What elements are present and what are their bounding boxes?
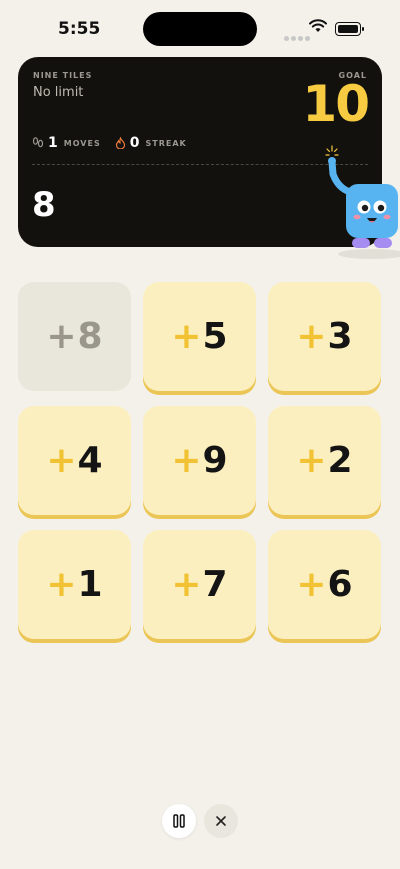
tile-sign: + [171,440,202,481]
tile-value: 4 [77,440,103,481]
tile-sign: + [296,440,327,481]
number-tile[interactable]: +4 [18,406,131,515]
tile-value: 9 [202,440,228,481]
stats-row: 1 MOVES 0 STREAK [32,135,201,151]
tile-sign: + [171,316,202,357]
footprints-icon [32,137,44,148]
status-bar: 5:55 [0,0,400,56]
flame-icon [115,137,125,149]
number-tile[interactable]: +2 [268,406,381,515]
number-tile[interactable]: +6 [268,530,381,639]
number-tile[interactable]: +9 [143,406,256,515]
tile-sign: + [296,564,327,605]
pause-button[interactable] [162,804,196,838]
streak-count: 0 [129,135,140,151]
tile-sign: + [46,440,77,481]
signal-icon [284,26,312,45]
tile-sign: + [171,564,202,605]
battery-icon [335,22,364,36]
number-tile[interactable]: +3 [268,282,381,391]
tile-value: 6 [327,564,353,605]
tile-value: 2 [327,440,353,481]
goal-value: 10 [302,75,370,133]
tile-value: 7 [202,564,228,605]
number-tile[interactable]: +7 [143,530,256,639]
current-total: 8 [32,185,56,225]
tile-value: 1 [77,564,103,605]
dynamic-island [143,12,257,46]
number-tile: +8 [18,282,131,391]
tile-sign: + [296,316,327,357]
limit-text: No limit [33,85,84,100]
streak-label: STREAK [145,138,187,148]
moves-count: 1 [48,135,58,151]
mode-label: NINE TILES [33,71,93,80]
pause-icon [173,814,185,828]
tile-value: 3 [327,316,353,357]
progress-track [32,164,368,165]
tile-value: 5 [202,316,228,357]
status-time: 5:55 [58,19,101,39]
moves-label: MOVES [63,138,101,148]
close-button[interactable] [204,804,238,838]
tile-sign: + [46,564,77,605]
wifi-icon [309,19,327,32]
mascot-icon [325,145,400,259]
number-tile[interactable]: +1 [18,530,131,639]
tile-sign: + [46,316,77,357]
number-tile[interactable]: +5 [143,282,256,391]
tile-value: 8 [77,316,103,357]
close-icon [216,816,226,826]
